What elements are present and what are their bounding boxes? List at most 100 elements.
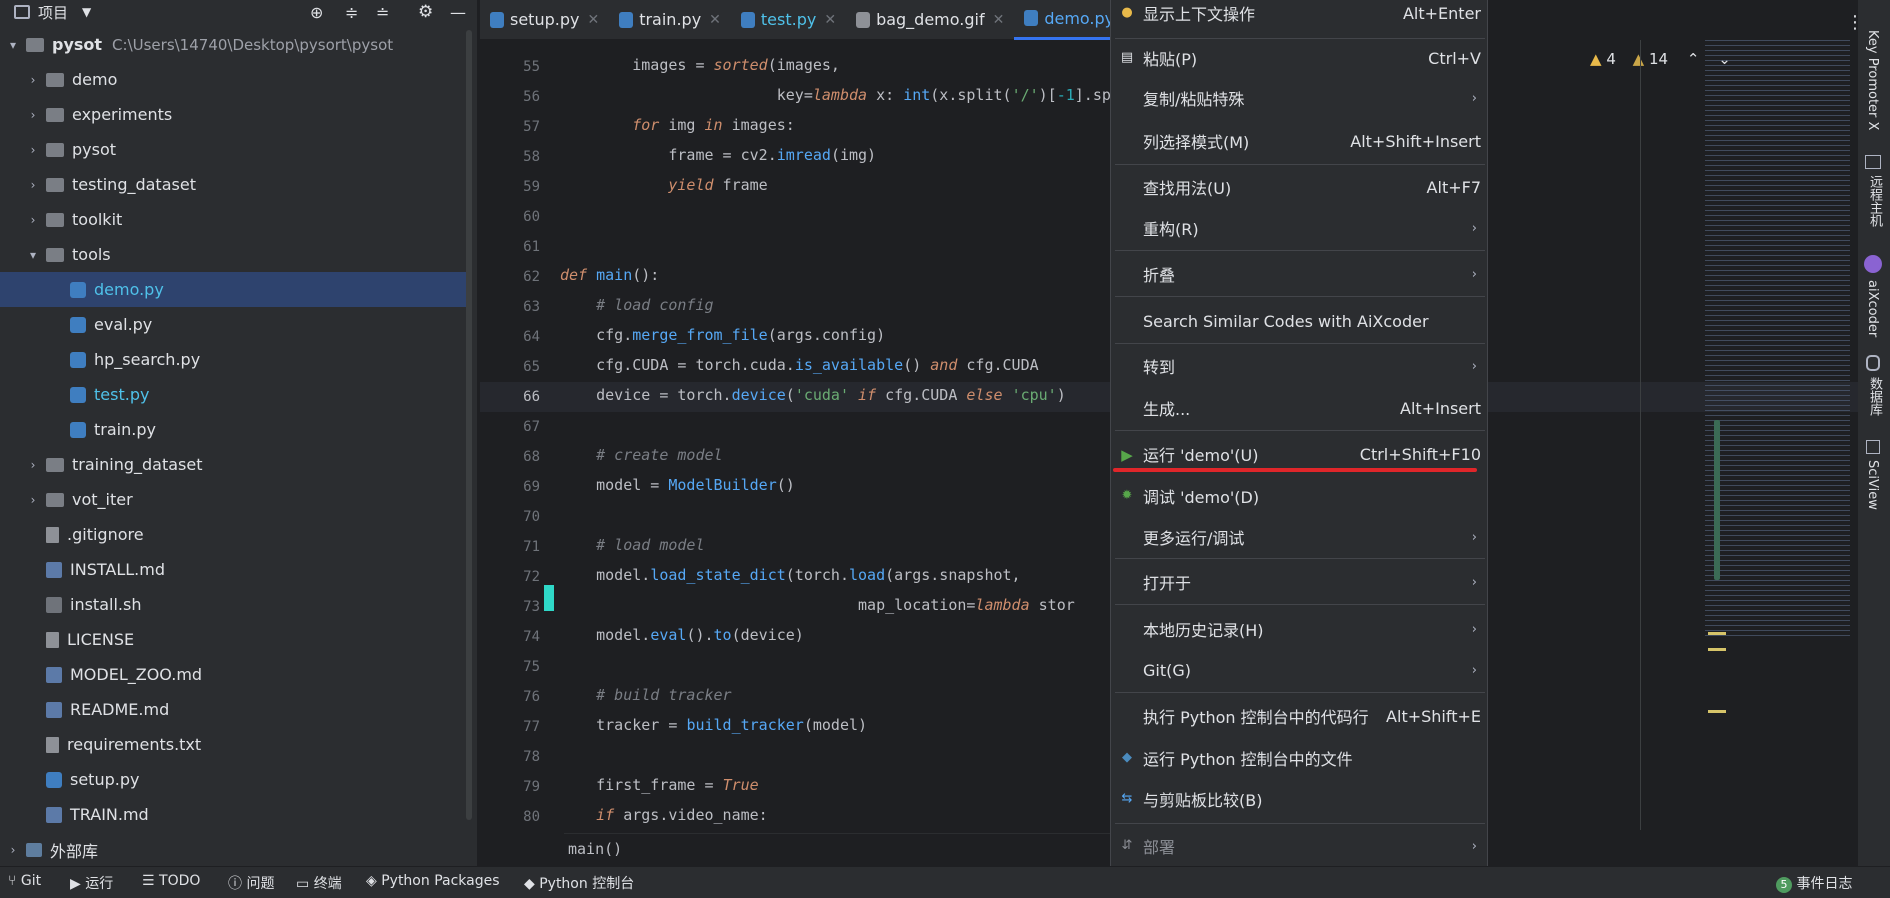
- tab-train-py[interactable]: train.py ✕: [609, 0, 731, 40]
- collapse-all-icon[interactable]: ≐: [376, 3, 389, 22]
- tree-item-demo[interactable]: › demo: [0, 62, 466, 97]
- menu-item-run-file-in-console[interactable]: ◆ 运行 Python 控制台中的文件: [1111, 744, 1489, 772]
- close-icon[interactable]: ✕: [709, 12, 721, 28]
- chevron-down-icon[interactable]: ▾: [26, 248, 40, 262]
- line-number: 64: [523, 329, 540, 345]
- code-editor[interactable]: 55 56 57 58 59 60 61 62 63 64 65 66 67 6…: [480, 40, 1110, 866]
- chevron-right-icon[interactable]: ›: [26, 213, 40, 227]
- status-label: 事件日志: [1796, 876, 1853, 892]
- tool-sciview[interactable]: SciView: [1865, 460, 1880, 510]
- menu-item-goto[interactable]: 转到 ›: [1111, 352, 1489, 380]
- status-item-python-console[interactable]: ◆ Python 控制台: [524, 873, 634, 893]
- tree-item-toolkit[interactable]: › toolkit: [0, 202, 466, 237]
- minimap-scroll-thumb[interactable]: [1714, 420, 1720, 580]
- tree-item-readme-md[interactable]: README.md: [0, 692, 466, 727]
- menu-item-show-context-actions[interactable]: ● 显示上下文操作 Alt+Enter: [1111, 0, 1489, 26]
- minimap[interactable]: [1705, 40, 1850, 640]
- tree-item-model-zoo-md[interactable]: MODEL_ZOO.md: [0, 657, 466, 692]
- chevron-down-icon[interactable]: ▾: [6, 38, 20, 52]
- code-line: cfg.merge_from_file(args.config): [560, 326, 886, 344]
- tree-item-experiments[interactable]: › experiments: [0, 97, 466, 132]
- locate-icon[interactable]: ⊕: [310, 3, 323, 22]
- close-icon[interactable]: ✕: [993, 12, 1005, 28]
- status-item-event-log[interactable]: 5 事件日志: [1776, 873, 1852, 893]
- tab-test-py[interactable]: test.py ✕: [731, 0, 846, 40]
- tab-setup-py[interactable]: setup.py ✕: [480, 0, 609, 40]
- warning-stripe[interactable]: [1708, 710, 1726, 713]
- tool-key-promoter[interactable]: Key Promoter X: [1865, 30, 1880, 130]
- menu-item-paste[interactable]: ▤ 粘贴(P) Ctrl+V: [1111, 44, 1489, 72]
- menu-item-refactor[interactable]: 重构(R) ›: [1111, 214, 1489, 242]
- tree-item-eval-py[interactable]: eval.py: [0, 307, 466, 342]
- tree-item-train-md[interactable]: TRAIN.md: [0, 797, 466, 832]
- tree-item-setup-py[interactable]: setup.py: [0, 762, 466, 797]
- menu-item-git[interactable]: Git(G) ›: [1111, 656, 1489, 684]
- tree-item-hp-search-py[interactable]: hp_search.py: [0, 342, 466, 377]
- menu-item-label: 更多运行/调试: [1143, 529, 1245, 548]
- close-icon[interactable]: ✕: [587, 12, 599, 28]
- menu-item-folding[interactable]: 折叠 ›: [1111, 260, 1489, 288]
- status-item-python-packages[interactable]: ◈ Python Packages: [366, 873, 500, 889]
- status-item-todo[interactable]: ☰ TODO: [142, 873, 200, 889]
- hide-icon[interactable]: —: [450, 3, 466, 22]
- menu-item-paste-special[interactable]: 复制/粘贴特殊 ›: [1111, 84, 1489, 112]
- menu-item-column-selection[interactable]: 列选择模式(M) Alt+Shift+Insert: [1111, 127, 1489, 155]
- scrollbar[interactable]: [466, 30, 472, 820]
- chevron-right-icon[interactable]: ›: [26, 458, 40, 472]
- tree-item-train-py[interactable]: train.py: [0, 412, 466, 447]
- breadcrumb[interactable]: main(): [564, 833, 1110, 866]
- menu-item-run-demo[interactable]: ▶ 运行 'demo'(U) Ctrl+Shift+F10: [1111, 440, 1489, 468]
- chevron-right-icon[interactable]: ›: [26, 73, 40, 87]
- tool-aixcoder[interactable]: aiXcoder: [1865, 280, 1880, 337]
- status-item-git[interactable]: ⑂ Git: [8, 873, 41, 889]
- menu-item-deployment[interactable]: ⇵ 部署 ›: [1111, 832, 1489, 860]
- expand-all-icon[interactable]: ≑: [345, 3, 358, 22]
- chevron-right-icon[interactable]: ›: [26, 108, 40, 122]
- tree-item-test-py[interactable]: test.py: [0, 377, 466, 412]
- tree-item-pysot[interactable]: › pysot: [0, 132, 466, 167]
- close-icon[interactable]: ✕: [824, 12, 836, 28]
- menu-item-local-history[interactable]: 本地历史记录(H) ›: [1111, 615, 1489, 643]
- tree-item-install-sh[interactable]: install.sh: [0, 587, 466, 622]
- gear-icon[interactable]: ⚙: [418, 2, 433, 22]
- tree-item-tools[interactable]: ▾ tools: [0, 237, 466, 272]
- tree-item-vot-iter[interactable]: › vot_iter: [0, 482, 466, 517]
- tree-item-external-libs[interactable]: › 外部库: [0, 832, 466, 867]
- warning-stripe[interactable]: [1708, 648, 1726, 651]
- folder-icon: [46, 107, 64, 122]
- chevron-right-icon[interactable]: ›: [26, 178, 40, 192]
- menu-item-generate[interactable]: 生成... Alt+Insert: [1111, 394, 1489, 422]
- chevron-right-icon: ›: [1471, 220, 1477, 236]
- menu-item-find-usages[interactable]: 查找用法(U) Alt+F7: [1111, 173, 1489, 201]
- tree-item-testing-dataset[interactable]: › testing_dataset: [0, 167, 466, 202]
- menu-item-compare-clipboard[interactable]: ⇆ 与剪贴板比较(B): [1111, 785, 1489, 813]
- tree-root[interactable]: ▾ pysot C:\Users\14740\Desktop\pysort\py…: [0, 27, 466, 62]
- tree-item-requirements-txt[interactable]: requirements.txt: [0, 727, 466, 762]
- menu-item-open-in[interactable]: 打开于 ›: [1111, 568, 1489, 596]
- status-item-terminal[interactable]: ▭ 终端: [296, 873, 342, 893]
- menu-item-debug-demo[interactable]: ✹ 调试 'demo'(D): [1111, 482, 1489, 510]
- tab-demo-py[interactable]: demo.py: [1014, 0, 1125, 40]
- chevron-up-icon[interactable]: ⌃: [1687, 50, 1700, 68]
- problems-icon: ⓘ: [228, 876, 247, 892]
- package-folder-icon: [46, 142, 64, 157]
- status-item-run[interactable]: ▶ 运行: [70, 873, 113, 893]
- menu-item-more-run-debug[interactable]: 更多运行/调试 ›: [1111, 523, 1489, 551]
- status-item-problems[interactable]: ⓘ 问题: [228, 873, 274, 893]
- tree-item-training-dataset[interactable]: › training_dataset: [0, 447, 466, 482]
- tree-item-gitignore[interactable]: .gitignore: [0, 517, 466, 552]
- tool-remote-host[interactable]: 远程主机: [1865, 175, 1884, 227]
- chevron-right-icon[interactable]: ›: [6, 843, 20, 857]
- tree-item-install-md[interactable]: INSTALL.md: [0, 552, 466, 587]
- chevron-right-icon[interactable]: ›: [26, 493, 40, 507]
- tab-bag-demo-gif[interactable]: bag_demo.gif ✕: [846, 0, 1014, 40]
- tree-item-demo-py[interactable]: demo.py: [0, 272, 466, 307]
- tree-item-license[interactable]: LICENSE: [0, 622, 466, 657]
- menu-item-exec-line-in-console[interactable]: 执行 Python 控制台中的代码行 Alt+Shift+E: [1111, 702, 1489, 730]
- project-panel-title[interactable]: 项目: [38, 2, 68, 23]
- menu-item-search-similar-aixcoder[interactable]: Search Similar Codes with AiXcoder: [1111, 307, 1489, 335]
- warning-stripe[interactable]: [1708, 632, 1726, 635]
- chevron-right-icon[interactable]: ›: [26, 143, 40, 157]
- chevron-down-icon[interactable]: ▼: [82, 5, 91, 19]
- tool-database[interactable]: 数据库: [1865, 377, 1884, 416]
